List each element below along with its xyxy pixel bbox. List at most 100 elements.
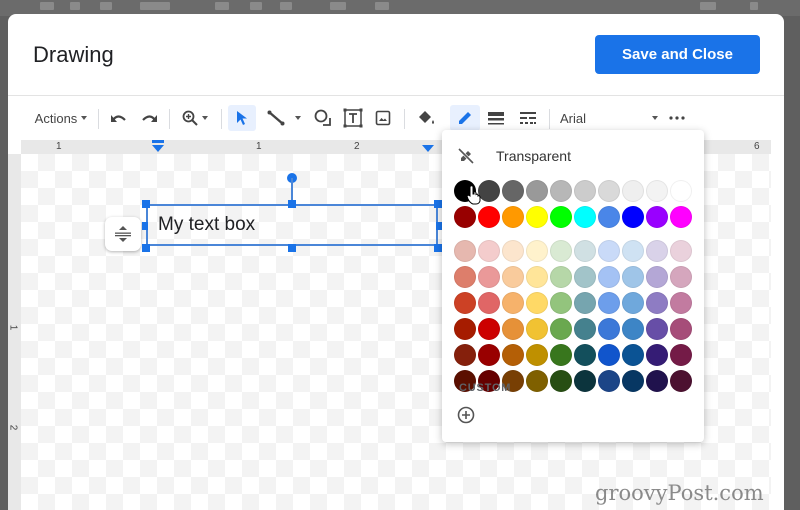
color-swatch[interactable] [598, 206, 620, 228]
color-swatch[interactable] [550, 318, 572, 340]
color-swatch[interactable] [574, 180, 596, 202]
color-swatch[interactable] [622, 318, 644, 340]
color-swatch[interactable] [502, 206, 524, 228]
color-swatch[interactable] [478, 344, 500, 366]
color-swatch[interactable] [622, 180, 644, 202]
color-swatch[interactable] [478, 318, 500, 340]
color-swatch[interactable] [454, 344, 476, 366]
line-tool[interactable] [260, 105, 308, 131]
color-swatch[interactable] [646, 266, 668, 288]
color-swatch[interactable] [598, 344, 620, 366]
color-swatch[interactable] [670, 266, 692, 288]
color-swatch[interactable] [646, 180, 668, 202]
border-color-button[interactable] [450, 105, 480, 131]
color-swatch[interactable] [670, 318, 692, 340]
add-custom-color-button[interactable] [457, 406, 475, 429]
more-button[interactable] [664, 105, 690, 131]
color-swatch[interactable] [454, 318, 476, 340]
color-swatch[interactable] [598, 180, 620, 202]
color-swatch[interactable] [550, 292, 572, 314]
color-swatch[interactable] [502, 292, 524, 314]
color-swatch[interactable] [502, 180, 524, 202]
color-swatch[interactable] [646, 318, 668, 340]
color-swatch[interactable] [646, 292, 668, 314]
color-swatch[interactable] [526, 344, 548, 366]
color-swatch[interactable] [670, 344, 692, 366]
color-swatch[interactable] [454, 292, 476, 314]
color-swatch[interactable] [574, 318, 596, 340]
color-swatch[interactable] [454, 240, 476, 262]
resize-handle-bottom[interactable] [288, 244, 296, 252]
color-swatch[interactable] [598, 240, 620, 262]
color-swatch[interactable] [478, 292, 500, 314]
font-select[interactable]: Arial [556, 105, 662, 131]
text-box[interactable]: My text box [146, 204, 438, 246]
color-swatch[interactable] [526, 370, 548, 392]
color-swatch[interactable] [670, 206, 692, 228]
resize-handle-bottom-left[interactable] [142, 244, 150, 252]
color-swatch[interactable] [454, 266, 476, 288]
color-swatch[interactable] [598, 318, 620, 340]
color-swatch[interactable] [550, 180, 572, 202]
image-tool[interactable] [370, 105, 396, 131]
color-swatch[interactable] [598, 292, 620, 314]
zoom-button[interactable] [176, 105, 214, 131]
actions-menu[interactable]: Actions [30, 105, 92, 131]
color-swatch[interactable] [526, 240, 548, 262]
color-swatch[interactable] [622, 292, 644, 314]
resize-handle-left[interactable] [142, 222, 148, 230]
color-swatch[interactable] [526, 180, 548, 202]
color-swatch[interactable] [574, 240, 596, 262]
undo-button[interactable] [106, 105, 132, 131]
color-swatch[interactable] [526, 292, 548, 314]
color-swatch[interactable] [526, 206, 548, 228]
color-swatch[interactable] [574, 266, 596, 288]
color-swatch[interactable] [646, 206, 668, 228]
color-swatch[interactable] [622, 370, 644, 392]
border-dash-button[interactable] [514, 105, 542, 131]
color-swatch[interactable] [502, 318, 524, 340]
color-swatch[interactable] [526, 318, 548, 340]
resize-handle-top-left[interactable] [142, 200, 150, 208]
color-swatch[interactable] [670, 240, 692, 262]
transparent-option[interactable]: Transparent [458, 148, 571, 164]
resize-handle-top[interactable] [288, 200, 296, 208]
color-swatch[interactable] [550, 344, 572, 366]
color-swatch[interactable] [646, 370, 668, 392]
fill-color-button[interactable] [413, 105, 441, 131]
select-tool[interactable] [228, 105, 256, 131]
color-swatch[interactable] [454, 206, 476, 228]
right-indent-marker[interactable] [421, 140, 435, 154]
color-swatch[interactable] [646, 344, 668, 366]
border-weight-button[interactable] [482, 105, 510, 131]
color-swatch[interactable] [670, 292, 692, 314]
color-swatch[interactable] [478, 240, 500, 262]
color-swatch[interactable] [574, 344, 596, 366]
color-swatch[interactable] [646, 240, 668, 262]
color-swatch[interactable] [502, 266, 524, 288]
color-swatch[interactable] [478, 266, 500, 288]
color-swatch[interactable] [622, 344, 644, 366]
color-swatch[interactable] [550, 206, 572, 228]
resize-handle-bottom-right[interactable] [434, 244, 442, 252]
color-swatch[interactable] [550, 240, 572, 262]
color-swatch[interactable] [574, 206, 596, 228]
color-swatch[interactable] [670, 180, 692, 202]
save-and-close-button[interactable]: Save and Close [595, 35, 760, 74]
color-swatch[interactable] [622, 240, 644, 262]
left-indent-marker[interactable] [151, 140, 165, 154]
redo-button[interactable] [136, 105, 162, 131]
color-swatch[interactable] [670, 370, 692, 392]
color-swatch[interactable] [526, 266, 548, 288]
color-swatch[interactable] [502, 344, 524, 366]
color-swatch[interactable] [622, 266, 644, 288]
color-swatch[interactable] [478, 206, 500, 228]
color-swatch[interactable] [574, 370, 596, 392]
resize-handle-top-right[interactable] [434, 200, 442, 208]
color-swatch[interactable] [574, 292, 596, 314]
color-swatch[interactable] [502, 240, 524, 262]
text-box-content[interactable]: My text box [158, 214, 255, 236]
color-swatch[interactable] [598, 266, 620, 288]
color-swatch[interactable] [598, 370, 620, 392]
color-swatch[interactable] [550, 266, 572, 288]
